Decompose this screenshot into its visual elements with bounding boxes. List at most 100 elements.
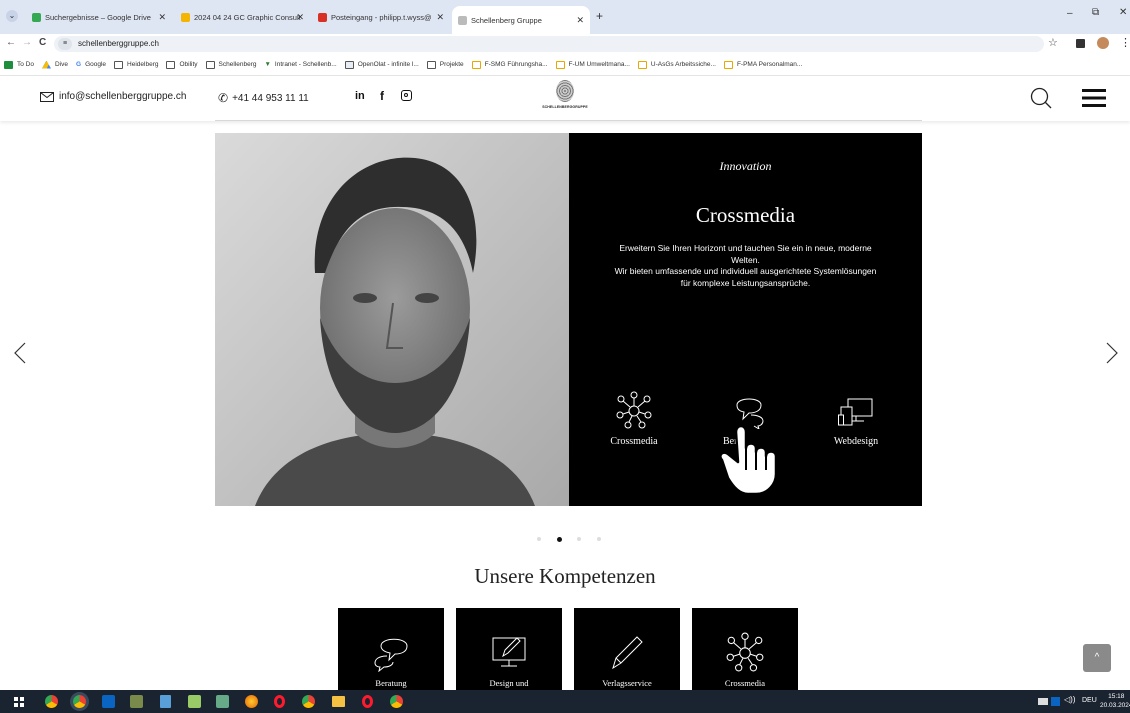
- close-icon[interactable]: ✕: [576, 15, 584, 26]
- close-icon[interactable]: ✕: [436, 12, 444, 23]
- chrome-icon[interactable]: [302, 695, 315, 708]
- tab-label: Suchergebnisse – Google Drive: [45, 12, 151, 22]
- menu-kebab-icon[interactable]: ⋮: [1120, 36, 1130, 49]
- card-beratung[interactable]: Beratung: [338, 608, 444, 690]
- network-icon: [726, 632, 764, 672]
- opera-icon[interactable]: [274, 695, 285, 708]
- slider-dot[interactable]: [537, 537, 541, 541]
- card-design[interactable]: Design und: [456, 608, 562, 690]
- sidepanel-icon[interactable]: [1076, 39, 1085, 48]
- mail-icon: [40, 91, 54, 102]
- minimize-button[interactable]: –: [1067, 8, 1073, 19]
- site-logo[interactable]: SCHELLENBERGGRUPPE: [540, 80, 590, 118]
- clock[interactable]: 15:18 20.03.2024: [1100, 692, 1130, 710]
- phone-link[interactable]: ✆ +41 44 953 11 11: [218, 91, 309, 105]
- maximize-button[interactable]: ⧉: [1092, 7, 1099, 18]
- email-link[interactable]: info@schellenberggruppe.ch: [40, 91, 186, 102]
- chrome-icon[interactable]: [390, 695, 403, 708]
- chrome-icon[interactable]: [45, 695, 58, 708]
- logo-fingerprint-icon: [556, 80, 574, 102]
- search-icon[interactable]: [1030, 87, 1052, 109]
- feature-label: Webdesign: [833, 436, 879, 447]
- chrome-active-icon[interactable]: [73, 695, 86, 708]
- site-info-icon[interactable]: ≡: [58, 38, 72, 50]
- close-window-button[interactable]: ✕: [1119, 7, 1127, 18]
- linkedin-icon[interactable]: in: [355, 90, 365, 102]
- bookmark-obility[interactable]: Obility: [166, 60, 198, 69]
- explorer-icon[interactable]: [332, 696, 345, 707]
- outlook-tray-icon[interactable]: [1051, 697, 1060, 706]
- bookmark-label: Schellenberg: [218, 61, 257, 68]
- gmail-icon: [318, 12, 327, 22]
- card-label: Design und: [489, 678, 529, 688]
- drive-icon: [41, 60, 51, 69]
- notes-icon[interactable]: [160, 695, 171, 708]
- app-icon[interactable]: [130, 695, 143, 708]
- tab-google-drive[interactable]: Suchergebnisse – Google Drive ✕: [26, 6, 172, 28]
- forward-icon[interactable]: →: [22, 37, 32, 48]
- firefox-icon[interactable]: [245, 695, 258, 708]
- profile-avatar[interactable]: [1097, 37, 1109, 49]
- tab-schellenberg[interactable]: Schellenberg Gruppe ✕: [452, 6, 590, 34]
- close-icon[interactable]: ✕: [158, 12, 166, 23]
- slider-top-edge: [215, 120, 922, 121]
- bookmark-label: Obility: [179, 61, 198, 68]
- bookmark-openolat[interactable]: OpenOlat - infinite l...: [344, 60, 419, 69]
- slider-next-arrow[interactable]: [1106, 342, 1118, 369]
- mail-tray-icon[interactable]: [1038, 698, 1048, 705]
- bookmark-fsmg[interactable]: F-SMG Führungsha...: [471, 60, 548, 69]
- pen-icon: [612, 636, 643, 670]
- new-tab-button[interactable]: +: [596, 9, 603, 23]
- volume-icon[interactable]: ◁)): [1064, 695, 1075, 704]
- tab-search-button[interactable]: ⌄: [6, 10, 18, 22]
- hamburger-menu-icon[interactable]: [1082, 89, 1106, 107]
- bookmark-intranet[interactable]: ▼ Intranet - Schellenb...: [264, 61, 336, 68]
- google-drive-icon: [32, 12, 41, 22]
- tab-label: Schellenberg Gruppe: [471, 15, 542, 25]
- bookmark-fpma[interactable]: F-PMA Personalman...: [723, 60, 802, 69]
- chevron-up-icon: ^: [1094, 652, 1100, 663]
- slider-dot[interactable]: [596, 537, 601, 541]
- slider-prev-arrow[interactable]: [14, 342, 26, 369]
- google-icon: G: [76, 61, 82, 68]
- bookmark-schellenberg[interactable]: Schellenberg: [205, 60, 257, 69]
- windows-taskbar: ◁)) DEU 15:18 20.03.2024: [0, 690, 1130, 713]
- bookmark-label: To Do: [17, 61, 34, 68]
- bookmark-google[interactable]: G Google: [76, 61, 106, 68]
- feature-crossmedia[interactable]: Crossmedia: [599, 391, 669, 447]
- card-verlagsservice[interactable]: Verlagsservice: [574, 608, 680, 690]
- close-icon[interactable]: ✕: [296, 12, 304, 23]
- bookmark-fum[interactable]: F-UM Umweltmana...: [555, 60, 630, 69]
- section-title: Unsere Kompetenzen: [474, 564, 656, 588]
- card-crossmedia[interactable]: Crossmedia: [692, 608, 798, 690]
- windows-start-icon[interactable]: [14, 697, 24, 707]
- tab-gc-consult[interactable]: 2024 04 24 GC Graphic Consult ✕: [175, 6, 310, 28]
- bookmark-uasgs[interactable]: U-AsGs Arbeitssiche...: [637, 60, 716, 69]
- page-icon: [344, 60, 354, 69]
- bookmark-dive[interactable]: Dive: [41, 60, 68, 69]
- reload-icon[interactable]: C: [39, 37, 46, 48]
- app-icon[interactable]: [216, 695, 229, 708]
- tab-gmail[interactable]: Posteingang - philipp.t.wyss@ ✕: [312, 6, 450, 28]
- document-icon: [637, 60, 647, 69]
- outlook-icon[interactable]: [102, 695, 115, 708]
- back-icon[interactable]: ←: [6, 37, 16, 48]
- hand-pointer-cursor: [719, 424, 778, 496]
- card-label: Crossmedia: [724, 678, 766, 688]
- language-indicator[interactable]: DEU: [1082, 697, 1097, 704]
- instagram-icon[interactable]: [401, 90, 412, 101]
- url-field[interactable]: ≡ schellenberggruppe.ch: [54, 36, 1044, 52]
- opera-icon[interactable]: [362, 695, 373, 708]
- bookmark-label: Heidelberg: [127, 61, 159, 68]
- slider-dot-active[interactable]: [556, 536, 562, 542]
- bookmark-todo[interactable]: To Do: [4, 60, 34, 69]
- bookmark-label: F-SMG Führungsha...: [484, 61, 548, 68]
- slider-dot[interactable]: [577, 537, 582, 541]
- feature-webdesign[interactable]: Webdesign: [821, 391, 891, 447]
- bookmark-projekte[interactable]: Projekte: [426, 60, 464, 69]
- facebook-icon[interactable]: f: [380, 89, 384, 103]
- app-icon[interactable]: [188, 695, 201, 708]
- bookmark-star-icon[interactable]: ☆: [1048, 36, 1058, 49]
- bookmark-heidelberg[interactable]: Heidelberg: [114, 60, 159, 69]
- back-to-top-button[interactable]: ^: [1083, 644, 1111, 672]
